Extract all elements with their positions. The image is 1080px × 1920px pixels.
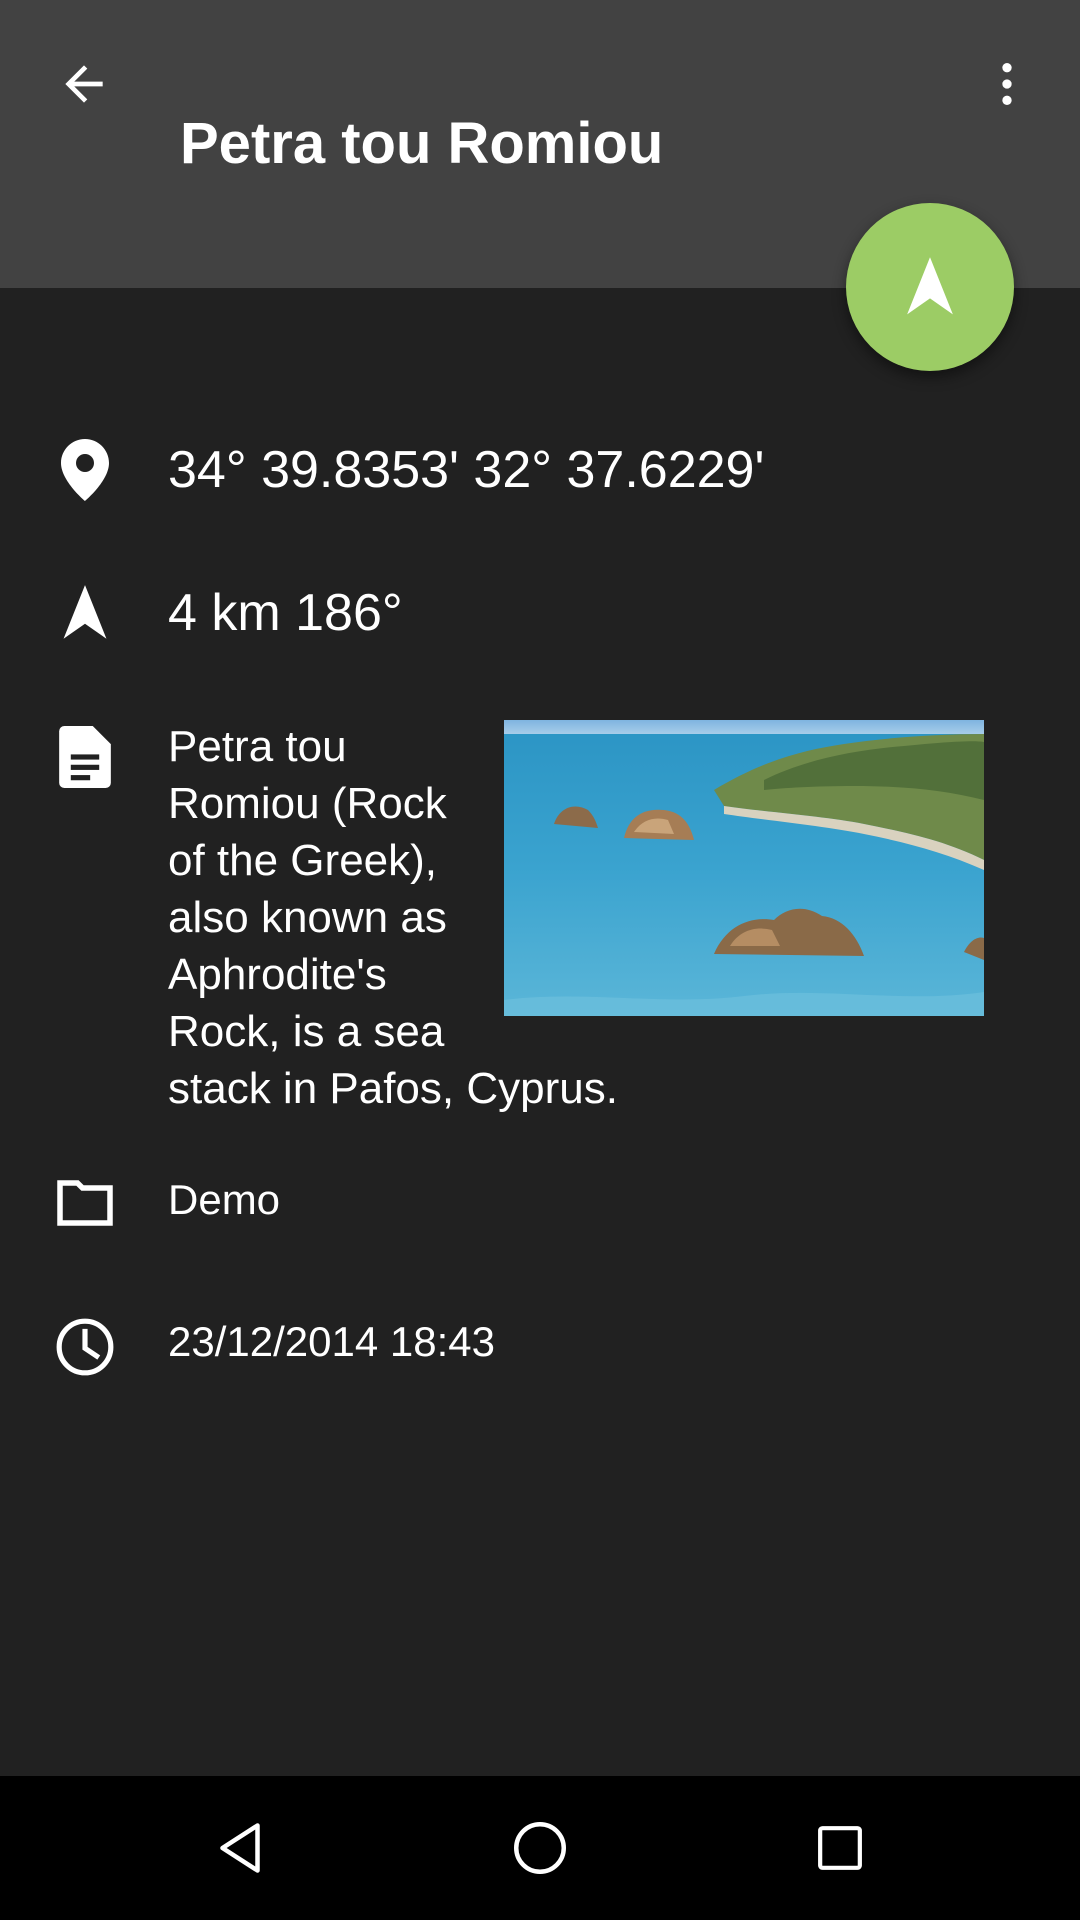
coordinates-text: 34° 39.8353' 32° 37.6229' (168, 441, 765, 499)
navigate-fab[interactable] (846, 203, 1014, 371)
description-text-tail: stack in Pafos, Cyprus. (168, 1064, 618, 1113)
nav-home-button[interactable] (490, 1798, 590, 1898)
back-button[interactable] (44, 44, 124, 124)
bearing-arrow-icon (50, 578, 120, 648)
nav-recents-icon (818, 1826, 862, 1870)
description-icon (50, 722, 120, 792)
nav-home-icon (514, 1822, 566, 1874)
nav-back-button[interactable] (190, 1798, 290, 1898)
more-vert-icon (1002, 63, 1012, 105)
folder-icon (48, 1168, 122, 1238)
system-navigation-bar (0, 1776, 1080, 1920)
distance-bearing-text: 4 km 186° (168, 584, 403, 642)
page-title: Petra tou Romiou (180, 111, 664, 176)
location-photo[interactable] (504, 720, 984, 1016)
nav-back-icon (220, 1823, 260, 1873)
arrow-back-icon (65, 65, 103, 103)
folder-name: Demo (168, 1176, 281, 1223)
description-text: Petra tou Romiou (Rock of the Greek), al… (168, 722, 447, 1056)
more-options-button[interactable] (967, 44, 1047, 124)
location-pin-icon (50, 435, 120, 505)
nav-recents-button[interactable] (790, 1798, 890, 1898)
navigation-icon (907, 257, 953, 315)
timestamp-text: 23/12/2014 18:43 (168, 1318, 495, 1365)
clock-icon (50, 1312, 120, 1382)
